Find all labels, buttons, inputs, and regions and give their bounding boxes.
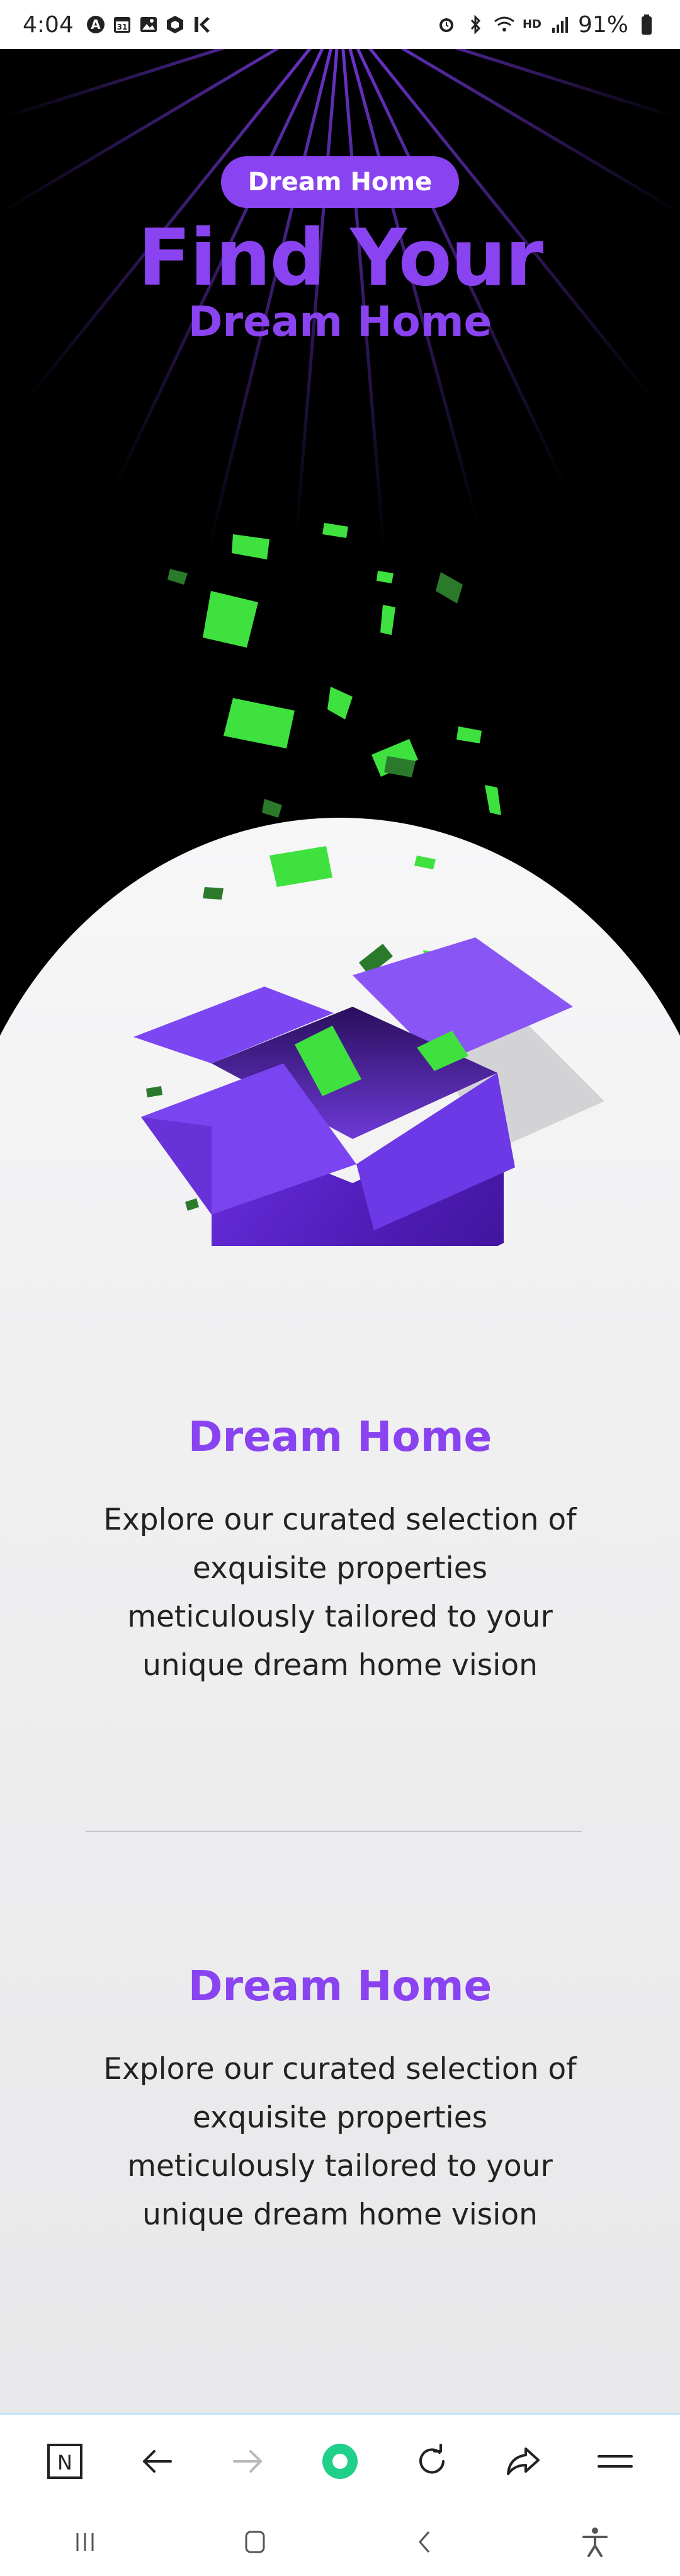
description-line: exquisite properties	[192, 1551, 488, 1586]
hero-title: Find Your	[137, 213, 543, 304]
description-line: unique dream home vision	[142, 1648, 538, 1683]
section-description: Explore our curated selection of exquisi…	[88, 1496, 592, 1690]
section-description: Explore our curated selection of exquisi…	[88, 2045, 592, 2239]
back-arrow-icon[interactable]	[128, 2433, 185, 2490]
hd-voice-icon: HD	[522, 18, 541, 31]
hexagon-app-icon	[164, 14, 186, 35]
recents-icon[interactable]	[54, 2517, 116, 2567]
k-app-icon	[191, 14, 212, 35]
section-title: Dream Home	[188, 1962, 492, 2010]
wifi-icon	[494, 14, 515, 35]
accessibility-icon[interactable]	[564, 2517, 626, 2567]
calendar-icon: 31	[111, 14, 133, 35]
browser-toolbar: N	[0, 2413, 680, 2507]
svg-text:N: N	[57, 2451, 72, 2475]
system-navigation-bar	[0, 2507, 680, 2576]
status-time: 4:04	[23, 11, 74, 38]
description-line: meticulously tailored to your	[127, 2149, 553, 2184]
battery-icon	[636, 14, 657, 35]
content-area: Dream Home Explore our curated selection…	[0, 1246, 680, 2413]
signal-icon	[549, 14, 570, 35]
description-line: meticulously tailored to your	[127, 1600, 553, 1634]
gift-box-illustration	[0, 523, 680, 1246]
section-title: Dream Home	[188, 1412, 492, 1461]
hero-subtitle: Dream Home	[188, 297, 492, 346]
forward-arrow-icon[interactable]	[220, 2433, 276, 2490]
section-divider	[86, 1831, 582, 1832]
menu-icon[interactable]	[587, 2433, 643, 2490]
svg-text:A: A	[91, 17, 101, 32]
bluetooth-icon	[465, 14, 486, 35]
home-dot-icon[interactable]	[312, 2433, 368, 2490]
alarm-icon	[436, 14, 457, 35]
feature-section-1: Dream Home Explore our curated selection…	[0, 1416, 680, 1690]
hero-section: Dream Home Find Your Dream Home	[0, 49, 680, 1246]
description-line: Explore our curated selection of	[103, 1503, 577, 1537]
svg-text:31: 31	[116, 23, 127, 31]
gallery-icon	[138, 14, 159, 35]
share-icon[interactable]	[495, 2433, 552, 2490]
description-line: unique dream home vision	[142, 2197, 538, 2232]
reload-icon[interactable]	[404, 2433, 460, 2490]
status-bar: 4:04 A 31 HD 91%	[0, 0, 680, 49]
hero-badge: Dream Home	[221, 156, 459, 208]
home-icon[interactable]	[224, 2517, 286, 2567]
battery-percent: 91%	[577, 11, 628, 38]
n-app-icon[interactable]: N	[37, 2433, 93, 2490]
a-circle-icon: A	[85, 14, 106, 35]
feature-section-2: Dream Home Explore our curated selection…	[0, 1966, 680, 2239]
description-line: Explore our curated selection of	[103, 2052, 577, 2087]
description-line: exquisite properties	[192, 2100, 488, 2135]
back-icon[interactable]	[394, 2517, 456, 2567]
